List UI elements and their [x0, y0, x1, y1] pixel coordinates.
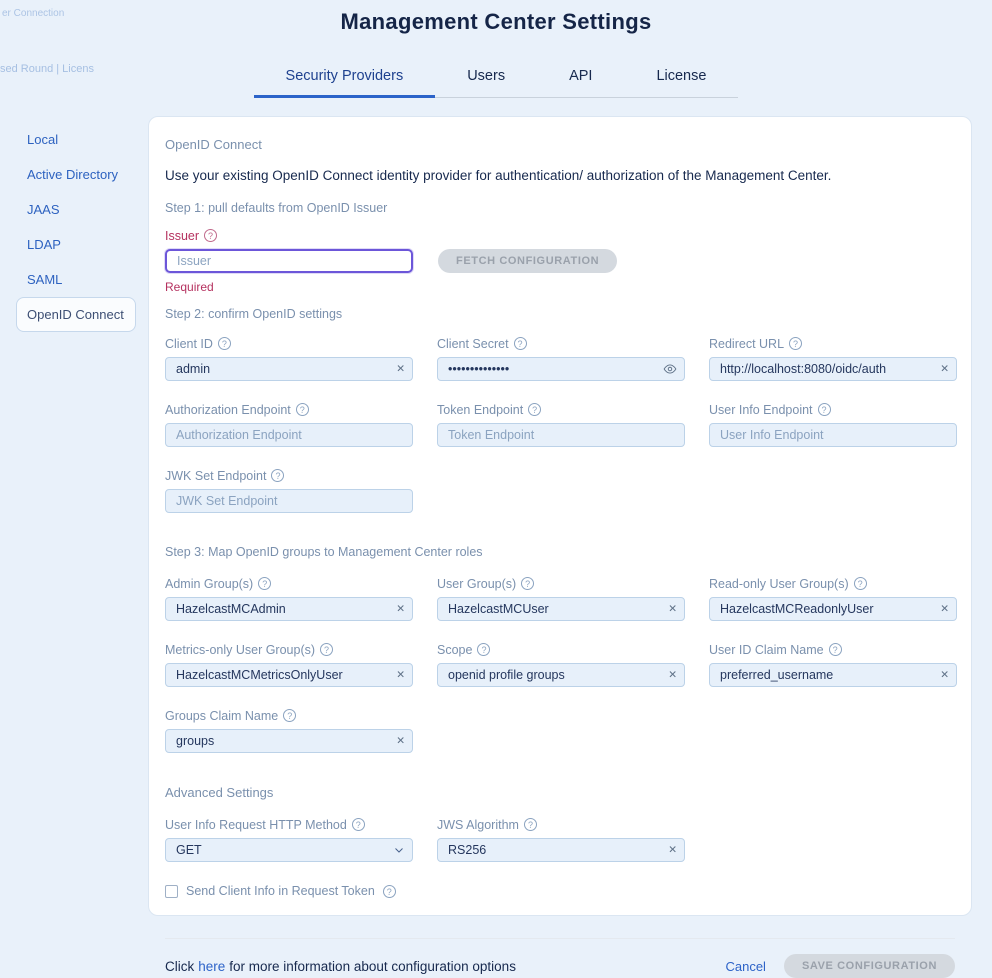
help-icon[interactable] — [383, 885, 396, 898]
help-icon[interactable] — [818, 403, 831, 416]
tab-license[interactable]: License — [624, 60, 738, 97]
openid-connect-panel: OpenID Connect Use your existing OpenID … — [148, 116, 972, 916]
help-icon[interactable] — [477, 643, 490, 656]
help-icon[interactable] — [296, 403, 309, 416]
clear-icon[interactable] — [396, 670, 405, 681]
tab-users[interactable]: Users — [435, 60, 537, 97]
step-3-heading: Step 3: Map OpenID groups to Management … — [165, 545, 955, 559]
footer-text: for more information about configuration… — [229, 959, 516, 974]
background-text-fragment: sed Round | Licens — [0, 63, 94, 75]
help-icon[interactable] — [514, 337, 527, 350]
send-client-info-label: Send Client Info in Request Token — [186, 884, 375, 898]
field-token-endpoint: Token Endpoint — [437, 403, 685, 447]
sidebar-item-local[interactable]: Local — [16, 122, 136, 157]
help-icon[interactable] — [283, 709, 296, 722]
help-icon[interactable] — [829, 643, 842, 656]
field-client-id: Client ID — [165, 337, 413, 381]
user-info-endpoint-input[interactable] — [709, 423, 957, 447]
field-user-info-endpoint: User Info Endpoint — [709, 403, 957, 447]
scope-input[interactable] — [437, 663, 685, 687]
jws-algorithm-input[interactable] — [437, 838, 685, 862]
field-client-secret: Client Secret — [437, 337, 685, 381]
help-icon[interactable] — [258, 577, 271, 590]
field-redirect-url: Redirect URL — [709, 337, 957, 381]
readonly-user-groups-input[interactable] — [709, 597, 957, 621]
fetch-configuration-button[interactable]: FETCH CONFIGURATION — [438, 249, 617, 273]
help-icon[interactable] — [204, 229, 217, 242]
sidebar-item-saml[interactable]: SAML — [16, 262, 136, 297]
clear-icon[interactable] — [396, 364, 405, 375]
panel-description: Use your existing OpenID Connect identit… — [165, 168, 955, 183]
groups-claim-name-input[interactable] — [165, 729, 413, 753]
http-method-select[interactable] — [165, 838, 413, 862]
clear-icon[interactable] — [396, 604, 405, 615]
clear-icon[interactable] — [396, 736, 405, 747]
jwk-set-endpoint-input[interactable] — [165, 489, 413, 513]
panel-heading: OpenID Connect — [165, 137, 955, 152]
step-2-heading: Step 2: confirm OpenID settings — [165, 307, 955, 321]
help-icon[interactable] — [218, 337, 231, 350]
admin-groups-input[interactable] — [165, 597, 413, 621]
clear-icon[interactable] — [940, 670, 949, 681]
help-icon[interactable] — [271, 469, 284, 482]
user-groups-input[interactable] — [437, 597, 685, 621]
help-icon[interactable] — [524, 818, 537, 831]
clear-icon[interactable] — [940, 364, 949, 375]
authorization-endpoint-input[interactable] — [165, 423, 413, 447]
clear-icon[interactable] — [940, 604, 949, 615]
help-icon[interactable] — [528, 403, 541, 416]
chevron-down-icon[interactable] — [393, 844, 405, 856]
field-user-groups: User Group(s) — [437, 577, 685, 621]
issuer-input[interactable] — [165, 249, 413, 273]
client-id-input[interactable] — [165, 357, 413, 381]
security-provider-sidebar: Local Active Directory JAAS LDAP SAML Op… — [16, 122, 136, 332]
metrics-only-user-groups-input[interactable] — [165, 663, 413, 687]
user-id-claim-name-input[interactable] — [709, 663, 957, 687]
help-icon[interactable] — [854, 577, 867, 590]
issuer-input-wrap — [165, 249, 413, 273]
page-title: Management Center Settings — [0, 0, 992, 35]
sidebar-item-jaas[interactable]: JAAS — [16, 192, 136, 227]
client-secret-input[interactable] — [437, 357, 685, 381]
help-icon[interactable] — [320, 643, 333, 656]
clear-icon[interactable] — [668, 604, 677, 615]
tab-security-providers[interactable]: Security Providers — [254, 60, 436, 97]
eye-icon[interactable] — [663, 362, 677, 376]
field-admin-groups: Admin Group(s) — [165, 577, 413, 621]
help-icon[interactable] — [352, 818, 365, 831]
tab-api[interactable]: API — [537, 60, 624, 97]
sidebar-item-active-directory[interactable]: Active Directory — [16, 157, 136, 192]
issuer-required-error: Required — [165, 280, 955, 294]
field-authorization-endpoint: Authorization Endpoint — [165, 403, 413, 447]
step-1-heading: Step 1: pull defaults from OpenID Issuer — [165, 201, 955, 215]
background-text-fragment: er Connection — [2, 8, 64, 19]
field-metrics-only-user-groups: Metrics-only User Group(s) — [165, 643, 413, 687]
help-icon[interactable] — [521, 577, 534, 590]
footer-text: Click — [165, 959, 194, 974]
send-client-info-row: Send Client Info in Request Token — [165, 884, 955, 898]
token-endpoint-input[interactable] — [437, 423, 685, 447]
sidebar-item-openid-connect[interactable]: OpenID Connect — [16, 297, 136, 332]
field-scope: Scope — [437, 643, 685, 687]
field-readonly-user-groups: Read-only User Group(s) — [709, 577, 957, 621]
footer-divider — [165, 938, 955, 939]
clear-icon[interactable] — [668, 670, 677, 681]
field-user-id-claim-name: User ID Claim Name — [709, 643, 957, 687]
field-jws-algorithm: JWS Algorithm — [437, 818, 685, 862]
field-user-info-request-http-method: User Info Request HTTP Method — [165, 818, 413, 862]
cancel-link[interactable]: Cancel — [725, 959, 765, 974]
tab-bar: Security Providers Users API License — [0, 60, 992, 98]
sidebar-item-ldap[interactable]: LDAP — [16, 227, 136, 262]
redirect-url-input[interactable] — [709, 357, 957, 381]
advanced-settings-heading: Advanced Settings — [165, 785, 955, 800]
help-icon[interactable] — [789, 337, 802, 350]
clear-icon[interactable] — [668, 845, 677, 856]
save-configuration-button[interactable]: SAVE CONFIGURATION — [784, 954, 955, 978]
panel-footer: Click here for more information about co… — [165, 954, 955, 978]
issuer-label: Issuer — [165, 229, 955, 243]
more-info-link[interactable]: here — [198, 959, 225, 974]
send-client-info-checkbox[interactable] — [165, 885, 178, 898]
field-jwk-set-endpoint: JWK Set Endpoint — [165, 469, 413, 513]
field-groups-claim-name: Groups Claim Name — [165, 709, 413, 753]
